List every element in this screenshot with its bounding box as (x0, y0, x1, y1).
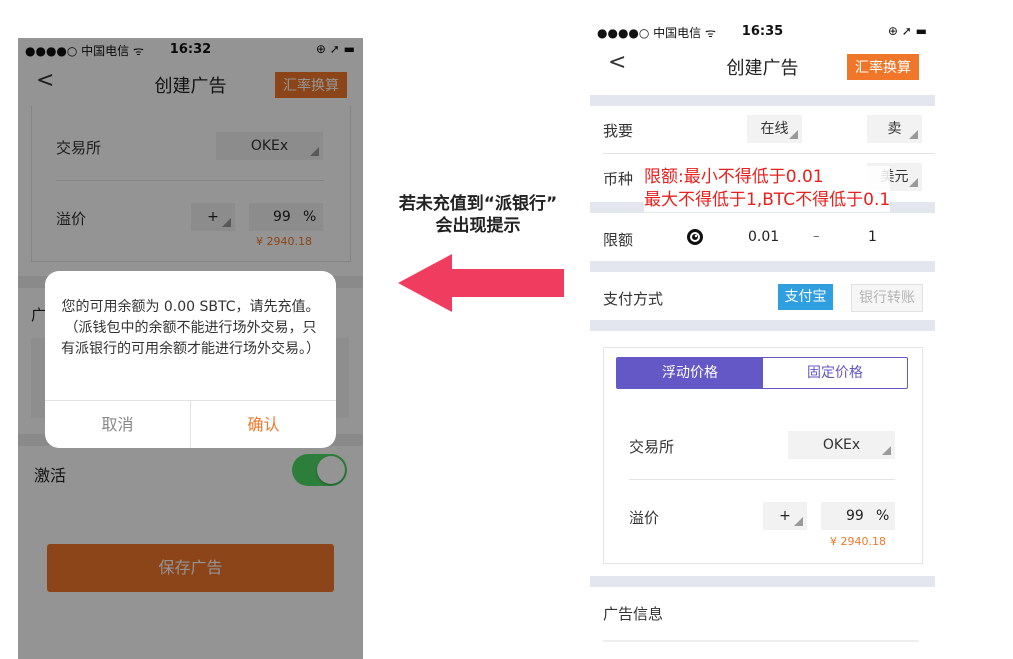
section-gap (590, 320, 935, 331)
phone-screen-left: ●●●●○ 中国电信 ᯤ 16:32 ⊕ ➚ ▬ < 创建广告 汇率换算 交易所… (18, 38, 363, 659)
divider (629, 479, 895, 480)
premium-sign: + (779, 508, 791, 524)
tab-float-label: 浮动价格 (662, 365, 718, 381)
divider (603, 153, 935, 154)
tab-fixed-label: 固定价格 (807, 365, 863, 381)
tab-float-price[interactable]: 浮动价格 (617, 358, 763, 388)
want-label: 我要 (603, 122, 634, 140)
premium-value: 99 (846, 508, 864, 524)
rate-convert-button[interactable]: 汇率换算 (847, 54, 919, 80)
exchange-value: OKEx (822, 437, 861, 453)
annotation-line-1: 若未充值到“派银行” (398, 194, 558, 214)
want-side-select[interactable]: 卖 (867, 115, 922, 143)
bank-transfer-option[interactable]: 银行转账 (851, 284, 923, 312)
bank-transfer-label: 银行转账 (859, 290, 915, 306)
section-gap (590, 95, 935, 106)
currency-label: 币种 (603, 170, 634, 188)
spiral-icon (687, 229, 703, 245)
premium-price: ¥ 2940.18 (830, 535, 886, 548)
section-gap (590, 576, 935, 587)
section-gap (590, 261, 935, 272)
limit-note-line-2: 最大不得低于1,BTC不得低于0.1 (644, 190, 891, 210)
want-mode-select[interactable]: 在线 (747, 115, 802, 143)
cancel-button[interactable]: 取消 (45, 401, 190, 448)
price-type-tabs: 浮动价格 固定价格 (616, 357, 908, 389)
limit-dash: – (813, 229, 820, 244)
limit-max[interactable]: 1 (868, 229, 877, 245)
exchange-select[interactable]: OKEx (788, 431, 895, 459)
tab-fixed-price[interactable]: 固定价格 (763, 358, 907, 388)
premium-unit: % (876, 508, 890, 524)
premium-sign-select[interactable]: + (763, 502, 807, 530)
want-mode-value: 在线 (760, 121, 789, 137)
annotation-line-2: 会出现提示 (435, 216, 521, 236)
want-side-value: 卖 (887, 121, 902, 137)
alipay-label: 支付宝 (784, 289, 827, 305)
phone-screen-right: ●●●●○ 中国电信 ᯤ 16:35 ⊕ ➚ ▬ < 创建广告 汇率换算 我要 … (590, 20, 935, 659)
status-bar: ●●●●○ 中国电信 ᯤ 16:35 ⊕ ➚ ▬ (590, 20, 935, 42)
battery-icon: ⊕ ➚ ▬ (887, 24, 927, 38)
premium-label: 溢价 (629, 509, 660, 527)
alert-message: 您的可用余额为 0.00 SBTC，请先充值。（派钱包中的余额不能进行场外交易，… (61, 299, 320, 357)
limit-min[interactable]: 0.01 (748, 229, 779, 245)
alipay-option[interactable]: 支付宝 (778, 284, 833, 310)
ad-info-label: 广告信息 (603, 605, 664, 623)
limit-note-line-1: 限额:最小不得低于0.01 (644, 167, 824, 187)
annotation-text: 若未充值到“派银行” 会出现提示 (388, 193, 568, 237)
nav-bar: < 创建广告 汇率换算 (590, 42, 935, 86)
left-arrow-icon (398, 254, 564, 312)
exchange-label: 交易所 (629, 438, 675, 456)
status-time: 16:35 (741, 24, 784, 39)
divider (603, 640, 919, 642)
premium-input[interactable]: 99 % (821, 502, 895, 530)
balance-alert-dialog: 您的可用余额为 0.00 SBTC，请先充值。（派钱包中的余额不能进行场外交易，… (45, 271, 336, 448)
limit-rule-note: 限额:最小不得低于0.01 最大不得低于1,BTC不得低于0.1 (644, 166, 891, 212)
confirm-button[interactable]: 确认 (191, 401, 336, 448)
payment-label: 支付方式 (603, 290, 664, 308)
limit-label: 限额 (603, 231, 634, 249)
